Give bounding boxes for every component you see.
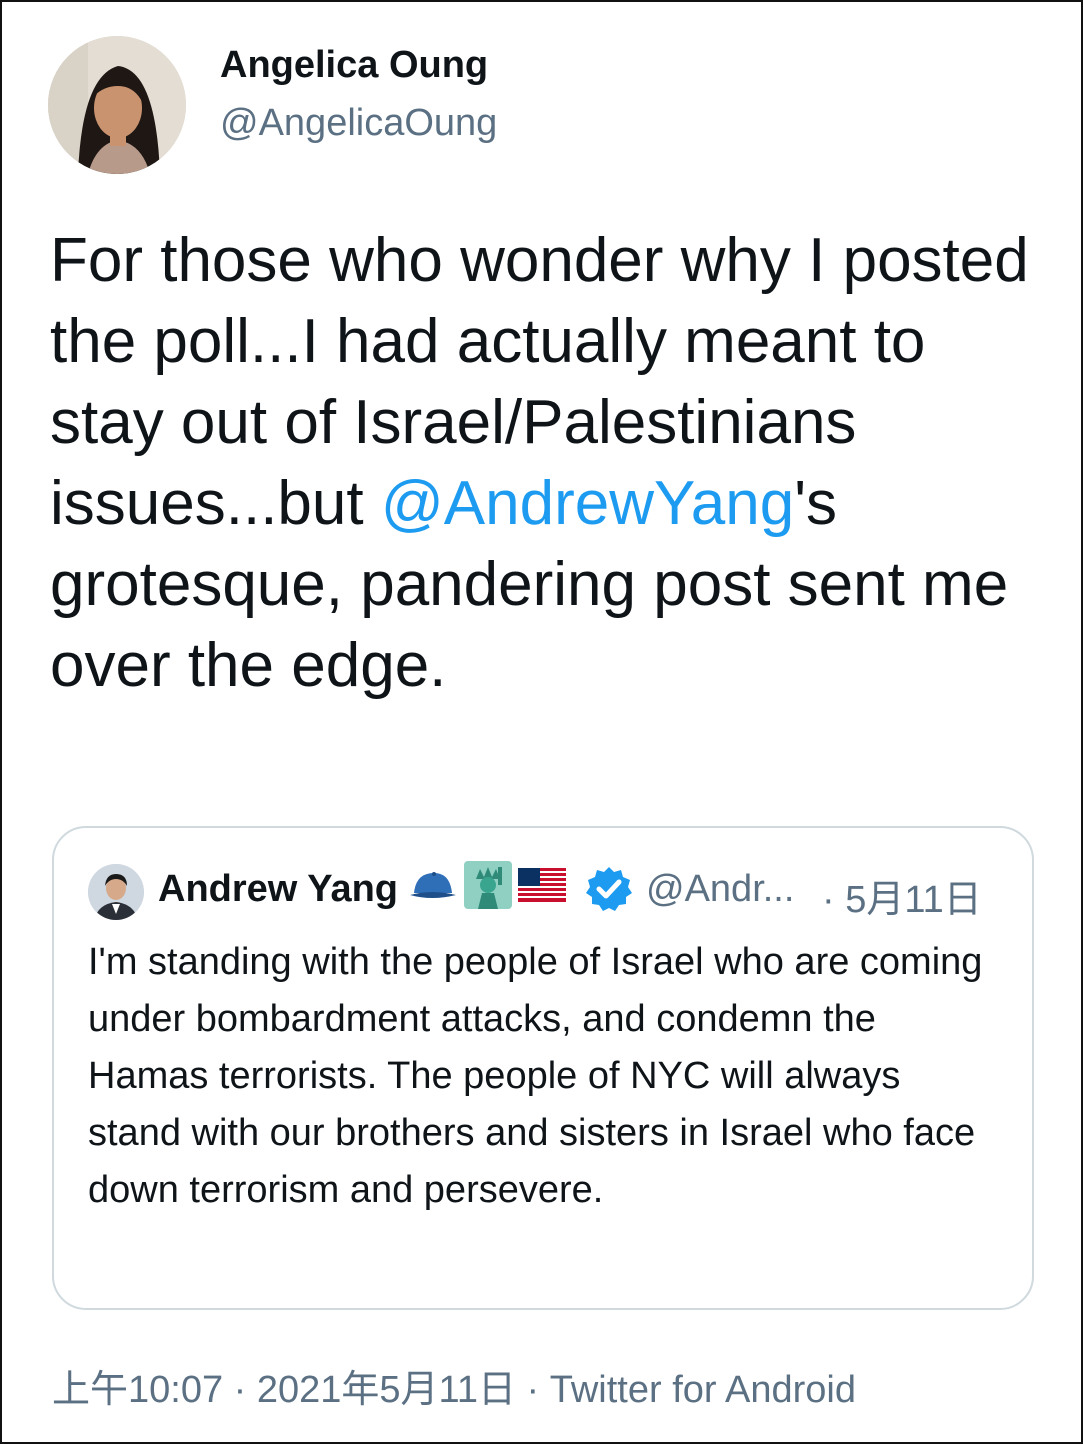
verified-badge-icon (584, 864, 634, 914)
tweet-timestamp[interactable]: 上午10:07 · 2021年5月11日 · Twitter for Andro… (52, 1358, 856, 1413)
blue-cap-icon (408, 865, 458, 910)
quoted-author-handle[interactable]: @Andr... (646, 868, 794, 911)
statue-of-liberty-icon (464, 860, 512, 914)
quoted-tweet-date[interactable]: · 5月11日 (822, 868, 982, 923)
tweet-screenshot: Angelica Oung @AngelicaOung For those wh… (0, 0, 1083, 1444)
quoted-tweet-text: I'm standing with the people of Israel w… (88, 941, 983, 1211)
quoted-author-name[interactable]: Andrew Yang (158, 868, 398, 911)
tweet-text: For those who wonder why I posted the po… (50, 220, 1040, 706)
us-flag-icon (518, 867, 566, 907)
quoted-author-avatar[interactable] (88, 864, 144, 920)
author-handle[interactable]: @AngelicaOung (220, 102, 497, 145)
quoted-author-emojis (408, 860, 566, 914)
quoted-tweet-card[interactable]: Andrew Yang @Andr... · 5月11日 I'm standin… (52, 826, 1034, 1310)
author-avatar[interactable] (48, 36, 186, 174)
mention-link[interactable]: @AndrewYang (381, 469, 794, 538)
author-name[interactable]: Angelica Oung (220, 44, 488, 87)
